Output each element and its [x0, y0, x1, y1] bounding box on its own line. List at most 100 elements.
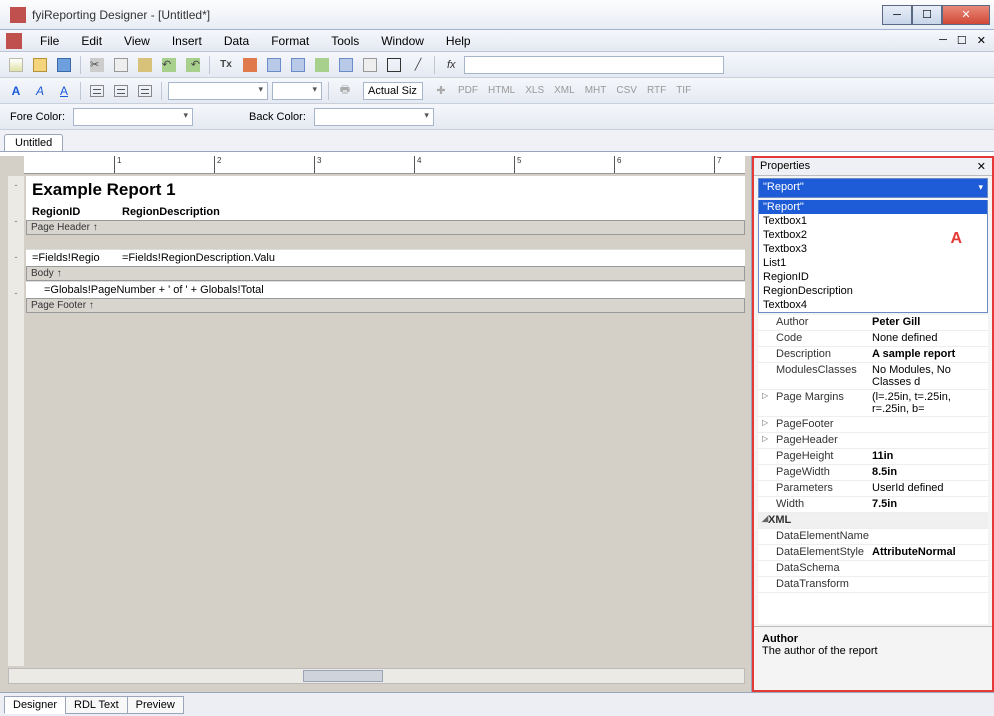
- dropdown-opt-list1[interactable]: List1: [759, 256, 987, 270]
- export-rtf[interactable]: RTF: [644, 85, 669, 96]
- copy-button[interactable]: [111, 55, 131, 75]
- dropdown-opt-regionid[interactable]: RegionID: [759, 270, 987, 284]
- property-value[interactable]: Peter Gill: [868, 315, 988, 330]
- page-header-bar[interactable]: Page Header ↑: [26, 220, 745, 235]
- menu-window[interactable]: Window: [371, 32, 434, 50]
- document-tab[interactable]: Untitled: [4, 134, 63, 151]
- properties-object-combo[interactable]: "Report": [758, 178, 988, 198]
- body-bar[interactable]: Body ↑: [26, 266, 745, 281]
- matrix-button[interactable]: [336, 55, 356, 75]
- property-value[interactable]: A sample report: [868, 347, 988, 362]
- zoom-select[interactable]: [363, 82, 423, 100]
- field-regiondesc[interactable]: =Fields!RegionDescription.Valu: [116, 250, 745, 266]
- cut-button[interactable]: ✂: [87, 55, 107, 75]
- menu-help[interactable]: Help: [436, 32, 481, 50]
- property-row[interactable]: DataElementName: [758, 529, 988, 545]
- col-regiondesc[interactable]: RegionDescription: [116, 204, 745, 220]
- page-footer-bar[interactable]: Page Footer ↑: [26, 298, 745, 313]
- rectangle-button[interactable]: [384, 55, 404, 75]
- redo-button[interactable]: ↷: [183, 55, 203, 75]
- dropdown-opt-textbox2[interactable]: Textbox2: [759, 228, 987, 242]
- mdi-minimize-icon[interactable]: ─: [939, 34, 947, 47]
- property-value[interactable]: 7.5in: [868, 497, 988, 512]
- bold-button[interactable]: A: [6, 81, 26, 101]
- horizontal-scrollbar[interactable]: [8, 668, 745, 684]
- dropdown-opt-textbox3[interactable]: Textbox3: [759, 242, 987, 256]
- list-button[interactable]: [288, 55, 308, 75]
- minimize-button[interactable]: ─: [882, 5, 912, 25]
- property-value[interactable]: 8.5in: [868, 465, 988, 480]
- properties-close-icon[interactable]: ✕: [977, 160, 986, 173]
- menu-insert[interactable]: Insert: [162, 32, 212, 50]
- property-row[interactable]: PageHeader: [758, 433, 988, 449]
- property-row[interactable]: Width7.5in: [758, 497, 988, 513]
- property-value[interactable]: None defined: [868, 331, 988, 346]
- align-right-button[interactable]: [135, 81, 155, 101]
- property-row[interactable]: Page Margins(l=.25in, t=.25in, r=.25in, …: [758, 390, 988, 417]
- chart-button[interactable]: [240, 55, 260, 75]
- property-row[interactable]: ParametersUserId defined: [758, 481, 988, 497]
- property-row[interactable]: DataTransform: [758, 577, 988, 593]
- font-select[interactable]: [168, 82, 268, 100]
- col-regionid[interactable]: RegionID: [26, 204, 116, 220]
- property-value[interactable]: [868, 577, 988, 592]
- property-value[interactable]: 11in: [868, 449, 988, 464]
- export-mht[interactable]: MHT: [582, 85, 610, 96]
- subreport-button[interactable]: [360, 55, 380, 75]
- save-button[interactable]: [54, 55, 74, 75]
- fx-input[interactable]: [464, 56, 724, 74]
- new-button[interactable]: [6, 55, 26, 75]
- image-button[interactable]: [312, 55, 332, 75]
- menu-edit[interactable]: Edit: [71, 32, 112, 50]
- mdi-close-icon[interactable]: ✕: [977, 34, 986, 47]
- textbox-button[interactable]: Tx: [216, 55, 236, 75]
- footer-expression[interactable]: =Globals!PageNumber + ' of ' + Globals!T…: [26, 282, 282, 298]
- property-value[interactable]: [868, 433, 988, 448]
- footer-row[interactable]: =Globals!PageNumber + ' of ' + Globals!T…: [26, 281, 745, 298]
- forecolor-select[interactable]: [73, 108, 193, 126]
- zoom-collapse-icon[interactable]: ✚: [431, 81, 451, 101]
- property-row[interactable]: PageHeight11in: [758, 449, 988, 465]
- property-row[interactable]: PageWidth8.5in: [758, 465, 988, 481]
- menu-view[interactable]: View: [114, 32, 160, 50]
- fontsize-select[interactable]: [272, 82, 322, 100]
- export-pdf[interactable]: PDF: [455, 85, 481, 96]
- dropdown-opt-textbox1[interactable]: Textbox1: [759, 214, 987, 228]
- property-value[interactable]: [868, 513, 988, 528]
- dropdown-opt-report[interactable]: "Report": [759, 200, 987, 214]
- undo-button[interactable]: ↶: [159, 55, 179, 75]
- property-row[interactable]: DescriptionA sample report: [758, 347, 988, 363]
- mdi-restore-icon[interactable]: ☐: [957, 34, 967, 47]
- open-button[interactable]: [30, 55, 50, 75]
- property-value[interactable]: (l=.25in, t=.25in, r=.25in, b=: [868, 390, 988, 416]
- field-regionid[interactable]: =Fields!Regio: [26, 250, 116, 266]
- maximize-button[interactable]: ☐: [912, 5, 942, 25]
- align-left-button[interactable]: [87, 81, 107, 101]
- dropdown-opt-regiondesc[interactable]: RegionDescription: [759, 284, 987, 298]
- tab-preview[interactable]: Preview: [127, 696, 184, 714]
- backcolor-select[interactable]: [314, 108, 434, 126]
- property-row[interactable]: ModulesClassesNo Modules, No Classes d: [758, 363, 988, 390]
- line-button[interactable]: ╱: [408, 55, 428, 75]
- align-center-button[interactable]: [111, 81, 131, 101]
- menu-tools[interactable]: Tools: [321, 32, 369, 50]
- property-value[interactable]: [868, 561, 988, 576]
- property-row[interactable]: XML: [758, 513, 988, 529]
- property-row[interactable]: CodeNone defined: [758, 331, 988, 347]
- underline-button[interactable]: A: [54, 81, 74, 101]
- property-row[interactable]: AuthorPeter Gill: [758, 315, 988, 331]
- report-title[interactable]: Example Report 1: [26, 176, 745, 204]
- column-headers[interactable]: RegionID RegionDescription: [26, 204, 745, 220]
- table-button[interactable]: [264, 55, 284, 75]
- paste-button[interactable]: [135, 55, 155, 75]
- close-button[interactable]: ✕: [942, 5, 990, 25]
- properties-object-dropdown[interactable]: "Report" Textbox1 Textbox2 Textbox3 List…: [758, 200, 988, 313]
- tab-rdl-text[interactable]: RDL Text: [65, 696, 128, 714]
- property-value[interactable]: No Modules, No Classes d: [868, 363, 988, 389]
- export-tif[interactable]: TIF: [673, 85, 694, 96]
- export-xml[interactable]: XML: [551, 85, 578, 96]
- print-button[interactable]: 🖶: [335, 81, 355, 101]
- property-row[interactable]: PageFooter: [758, 417, 988, 433]
- property-row[interactable]: DataElementStyleAttributeNormal: [758, 545, 988, 561]
- property-row[interactable]: DataSchema: [758, 561, 988, 577]
